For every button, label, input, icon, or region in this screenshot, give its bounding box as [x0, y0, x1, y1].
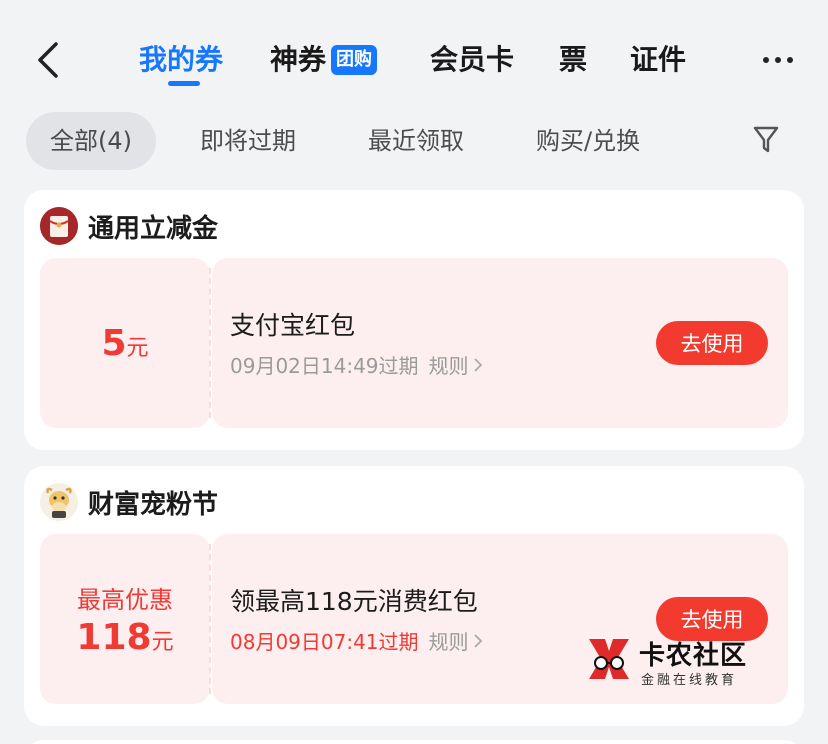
coupon-divider: [209, 544, 211, 694]
coupon-item: 5元 支付宝红包 09月02日14:49过期 规则 去使用: [40, 258, 788, 428]
rules-link[interactable]: 规则: [429, 626, 469, 655]
more-dots-icon: [763, 57, 769, 63]
watermark-logo-icon: [589, 639, 629, 679]
amount-value: 118: [76, 617, 152, 658]
coupon-meta: 08月09日07:41过期 规则: [230, 626, 483, 655]
tab-tickets[interactable]: 票: [559, 40, 587, 80]
coupon-amount: 5元: [101, 323, 148, 364]
chevron-right-icon: [473, 633, 482, 648]
rules-link[interactable]: 规则: [429, 350, 469, 379]
chevron-right-icon: [473, 357, 482, 372]
coupon-meta: 09月02日14:49过期 规则: [230, 350, 483, 379]
filter-chip-all[interactable]: 全部(4): [26, 112, 156, 170]
use-button[interactable]: 去使用: [656, 321, 768, 365]
red-envelope-icon: [40, 207, 78, 245]
filter-chip-recent[interactable]: 最近领取: [368, 112, 464, 170]
top-nav: 我的券 神券 团购 会员卡 票 证件: [0, 0, 828, 110]
section-title: 财富宠粉节: [88, 489, 219, 520]
section-header: 通用立减金: [40, 204, 218, 248]
coupon-expire: 09月02日14:49过期: [230, 354, 419, 378]
funnel-icon[interactable]: [752, 124, 780, 156]
amount-label: 最高优惠: [77, 586, 173, 614]
coupon-name: 支付宝红包: [230, 311, 356, 340]
tab-super-coupons[interactable]: 神券: [270, 40, 326, 80]
watermark-title: 卡农社区: [639, 641, 748, 671]
more-button[interactable]: [763, 52, 799, 68]
watermark: 卡农社区 金融在线教育: [583, 633, 759, 689]
coupon-name: 领最高118元消费红包: [230, 587, 478, 616]
next-section-peek: [24, 740, 804, 744]
filter-chip-expiring[interactable]: 即将过期: [200, 112, 296, 170]
cow-mascot-icon: [40, 483, 78, 521]
group-buy-badge: 团购: [331, 45, 377, 75]
filter-chip-purchase[interactable]: 购买/兑换: [536, 112, 640, 170]
coupon-divider: [209, 268, 211, 418]
coupon-amount: 118元: [76, 617, 173, 658]
tab-documents[interactable]: 证件: [630, 40, 686, 80]
coupon-expire: 08月09日07:41过期: [230, 630, 419, 654]
back-button[interactable]: [32, 40, 66, 80]
coupon-section: 通用立减金 5元 支付宝红包 09月02日14:49过期 规则 去使用: [24, 190, 804, 450]
amount-value: 5: [101, 322, 127, 364]
active-tab-indicator: [168, 81, 200, 86]
coupon-amount-panel: 5元: [40, 258, 210, 428]
tab-member-card[interactable]: 会员卡: [430, 40, 514, 80]
coupon-detail-panel[interactable]: 支付宝红包 09月02日14:49过期 规则 去使用: [212, 258, 788, 428]
coupon-amount-panel: 最高优惠 118元: [40, 534, 210, 704]
more-dot: [787, 57, 793, 63]
section-title: 通用立减金: [88, 213, 219, 244]
tab-my-coupons[interactable]: 我的券: [139, 40, 223, 80]
chevron-left-icon: [38, 42, 58, 78]
section-header: 财富宠粉节: [40, 480, 218, 524]
more-dot: [775, 57, 781, 63]
amount-unit: 元: [126, 335, 149, 361]
watermark-subtitle: 金融在线教育: [641, 673, 738, 688]
amount-unit: 元: [151, 630, 174, 655]
